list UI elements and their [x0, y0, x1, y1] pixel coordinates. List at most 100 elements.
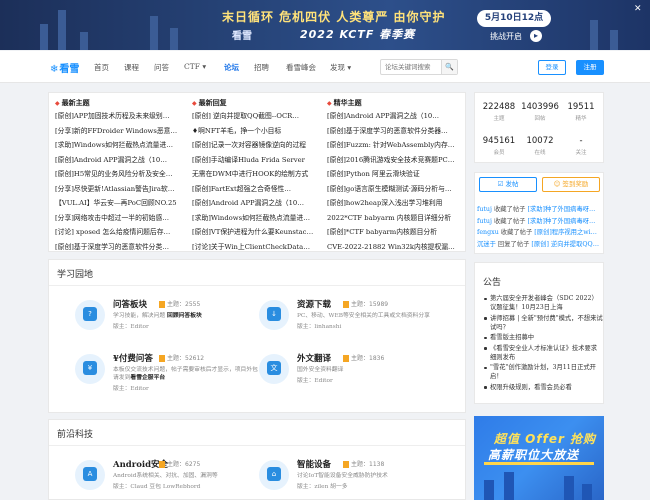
activity-item[interactable]: fengxu 收藏了帖子 [原创]程序视用之wi… — [475, 227, 605, 239]
forum-card-downloads[interactable]: ↓ 资源下载 主题：15989 PC、移动、WEB等安全相关的工具或文档资料分享… — [259, 298, 439, 346]
section-title: 前沿科技 — [57, 430, 94, 440]
bullet-icon: ◆ — [55, 100, 60, 107]
sign-in-reward-button[interactable]: ☺ 签到奖励 — [542, 177, 600, 192]
announcement-item[interactable]: 《看雪安全业人才标准认证》技术要求细则发布 — [483, 344, 603, 362]
play-icon[interactable]: ▸ — [530, 30, 542, 42]
banner-date-badge: 5月10日12点 — [477, 10, 551, 27]
section-title: 公告 — [483, 278, 502, 288]
new-post-button[interactable]: ☑ 发帖 — [479, 177, 537, 192]
search-icon[interactable]: 🔍 — [441, 60, 457, 74]
nav-item-ctf[interactable]: CTF ▾ — [184, 62, 206, 71]
reply-link[interactable]: 无需在DWM中进行HOOK的绘制方式 — [192, 167, 326, 182]
featured-link[interactable]: [原创]go语言原生模糊测试·源码分析与… — [327, 182, 461, 197]
announcement-item[interactable]: 讲师招募 | 全新"预付费"模式，不想来试试吗？ — [483, 314, 603, 332]
topic-count: 主题：6275 — [159, 459, 200, 468]
featured-link[interactable]: CVE-2022-21882 Win32k内核提权漏洞… — [327, 240, 461, 255]
forum-name[interactable]: ¥付费问答 — [113, 352, 153, 364]
featured-link[interactable]: [原创]how2heap深入浅出学习堆利用 — [327, 196, 461, 211]
topic-link[interactable]: [讨论] xposed 怎么给疫情问题后存… — [55, 225, 189, 240]
featured-link[interactable]: [原创]Python 阿里云滑块验证 — [327, 167, 461, 182]
banner-cta-label[interactable]: 挑战开启 — [490, 31, 522, 42]
forum-name[interactable]: 智能设备 — [297, 458, 331, 470]
topic-link[interactable]: [原创]Android APP漏洞之战（10… — [55, 153, 189, 168]
featured-link[interactable]: 2022*CTF babyarm 内核题目详细分析 — [327, 211, 461, 226]
reply-link[interactable]: [求助]Windows如何拦截热点流量进… — [192, 211, 326, 226]
featured-link[interactable]: [原创]2016腾讯游戏安全技术竞赛题PC… — [327, 153, 461, 168]
topic-count: 主题：52612 — [159, 353, 204, 362]
topic-link[interactable]: [分享]尽快更新!Atlassian警告Jira软… — [55, 182, 189, 197]
reply-link[interactable]: [原创]Android APP漏洞之战（10… — [192, 196, 326, 211]
jobs-promo-banner[interactable]: 超值 Offer 抢购 高薪职位大放送 — [474, 416, 604, 500]
register-button[interactable]: 注册 — [576, 60, 604, 75]
topic-link[interactable]: [分享]网络攻击中超过一半的初始感… — [55, 211, 189, 226]
forum-moderator: 版主：Claud 豆包 LowRebhord — [113, 484, 201, 490]
banner-decoration — [58, 10, 66, 50]
topic-link[interactable]: 【VUL.AI】华云安—再PoC回顾NO.25 — [55, 196, 189, 211]
reply-link[interactable]: [原创]记录一次对容器镜像逆向的过程 — [192, 138, 326, 153]
topic-link[interactable]: [原创]H5常见的业务风险分析及安全… — [55, 167, 189, 182]
banner-brand: 看雪 — [232, 31, 252, 42]
stat-topics: 222488 主题 — [482, 102, 516, 122]
nav-item-forum[interactable]: 论坛 — [224, 62, 239, 73]
banner-decoration — [170, 28, 178, 50]
announcement-item[interactable]: "雪花"创作激励计划，3月11日正式开启！ — [483, 363, 603, 381]
latest-topics-column: ◆ 最新主题 [原创]APP加固技术历程及未来级别… [分享]新的FFDroide… — [55, 96, 189, 254]
close-icon[interactable]: ✕ — [634, 4, 642, 14]
activity-item[interactable]: 沉迷于 回复了帖子 [原创] 逆向并提取QQ… — [475, 239, 605, 251]
banner-decoration — [80, 32, 88, 50]
forum-description: PC、移动、WEB等安全相关的工具或文档资料分享 — [297, 313, 430, 319]
reply-link[interactable]: [原创]FartExt超强之合奇怪性… — [192, 182, 326, 197]
forum-description: 本板仅交流技术问题，帖子需要审核后才显示，项目外包请发到看雪企服平台 — [113, 367, 258, 381]
announcement-item[interactable]: 第六届安全开发者峰会（SDC 2022）议题征集！10月23日上海 — [483, 294, 603, 312]
download-icon: ↓ — [259, 300, 289, 330]
forum-card-translation[interactable]: 文 外文翻译 主题：1836 国外安全资料翻译 版主：Editor — [259, 352, 439, 400]
nav-item-courses[interactable]: 课程 — [124, 62, 139, 73]
reply-link[interactable]: [讨论]关于Win上ClientCheckData… — [192, 240, 326, 255]
banner-decoration — [590, 20, 598, 50]
reply-link[interactable]: [原创]VT保护进程为什么要Keunstac… — [192, 225, 326, 240]
logo-text: 看雪 — [59, 64, 80, 75]
nav-item-jobs[interactable]: 招聘 — [254, 62, 269, 73]
forum-card-qa[interactable]: ? 问答板块 主题：2555 学习技能，解决问题 回顾问答板块 版主：Edito… — [75, 298, 255, 346]
nav-item-discover[interactable]: 发现 ▾ — [330, 62, 351, 73]
search-input[interactable] — [381, 60, 439, 74]
reply-link[interactable]: [原创]手动编译Hluda Frida Server — [192, 153, 326, 168]
forum-card-iot[interactable]: ⌂ 智能设备 主题：1138 讨论IoT智能设备安全威胁防护技术 版主：zile… — [259, 458, 439, 500]
promo-subheadline: 高薪职位大放送 — [488, 448, 580, 462]
login-button[interactable]: 登录 — [538, 60, 566, 75]
forum-card-paid-qa[interactable]: ¥ ¥付费问答 主题：52612 本板仅交流技术问题，帖子需要审核后才显示，项目… — [75, 352, 258, 400]
forum-name[interactable]: 资源下载 — [297, 298, 331, 310]
nav-item-qa[interactable]: 问答 — [154, 62, 169, 73]
divider — [49, 445, 465, 446]
activity-item[interactable]: futuj 收藏了帖子 [求助]种了外国病毒呀… — [475, 216, 605, 228]
snowflake-icon: ❄ — [50, 64, 59, 75]
nav-item-summit[interactable]: 看雪峰会 — [286, 62, 316, 73]
stats-panel: 222488 主题 1403996 回帖 19511 精华 945161 会员 1007… — [474, 92, 604, 163]
featured-link[interactable]: [原创]Fuzzm: 针对WebAssembly内存… — [327, 138, 461, 153]
forum-name[interactable]: 问答板块 — [113, 298, 147, 310]
topic-link[interactable]: [原创]APP加固技术历程及未来级别… — [55, 109, 189, 124]
site-logo[interactable]: ❄看雪 — [50, 60, 79, 75]
reply-link[interactable]: [原创] 逆向并提取QQ截图--OCR… — [192, 109, 326, 124]
announcement-item[interactable]: 看雪版主招募中 — [483, 333, 603, 342]
topic-link[interactable]: [求助]Windows如何拦截热点流量进… — [55, 138, 189, 153]
topic-link[interactable]: [原创]基于深度学习的恶意软件分类… — [55, 240, 189, 255]
banner-decoration — [40, 24, 48, 50]
featured-link[interactable]: [原创]*CTF babyarm内核题目分析 — [327, 225, 461, 240]
money-icon: ¥ — [75, 354, 105, 384]
reply-link[interactable]: ♦啊NFT羊毛，挣一个小目标 — [192, 124, 326, 139]
forum-description: 讨论IoT智能设备安全威胁防护技术 — [297, 473, 388, 479]
nav-item-home[interactable]: 首页 — [94, 62, 109, 73]
forum-name[interactable]: 外文翻译 — [297, 352, 331, 364]
activity-item[interactable]: futuj 收藏了帖子 [求助]种了外国病毒呀… — [475, 204, 605, 216]
promo-decoration — [484, 480, 494, 500]
learning-garden-section: 学习园地 ? 问答板块 主题：2555 学习技能，解决问题 回顾问答板块 版主：… — [48, 259, 466, 413]
stat-featured: 19511 精华 — [567, 102, 595, 122]
featured-link[interactable]: [原创]Android APP漏洞之战（10… — [327, 109, 461, 124]
forum-card-android[interactable]: A Android安全 主题：6275 Android系统相关、对抗、加固、漏洞… — [75, 458, 255, 500]
featured-link[interactable]: [原创]基于深度学习的恶意软件分类器… — [327, 124, 461, 139]
announcement-panel: 公告 第六届安全开发者峰会（SDC 2022）议题征集！10月23日上海 讲师招… — [474, 262, 604, 404]
announcement-item[interactable]: 权限升级规则，看雪会员必看 — [483, 383, 603, 392]
topic-link[interactable]: [分享]新的FFDroider Windows恶意… — [55, 124, 189, 139]
top-banner[interactable]: 末日循环 危机四伏 人类尊严 由你守护 看雪 2022 KCTF 春季赛 5月1… — [0, 0, 650, 50]
